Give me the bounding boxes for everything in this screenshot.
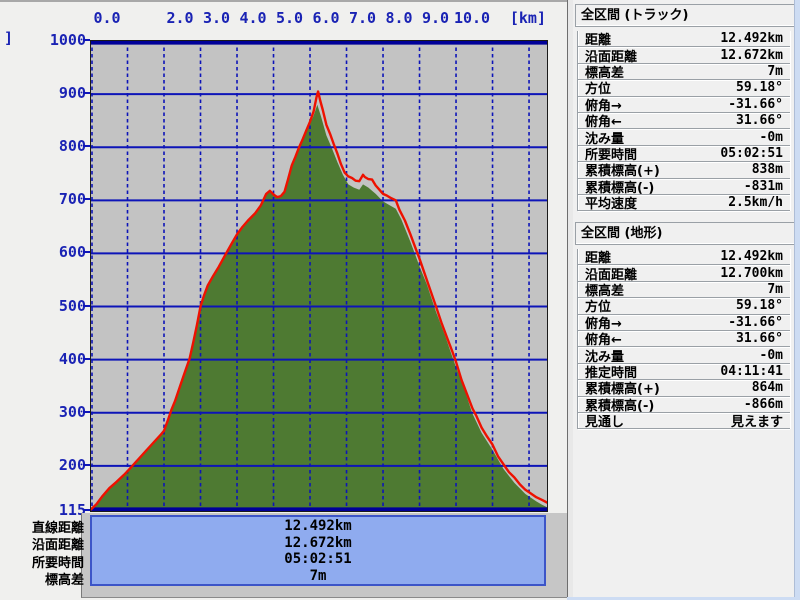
y-tick-mark — [83, 305, 90, 307]
y-tick-mark — [83, 464, 90, 466]
x-tick-label: 0.0 — [93, 9, 120, 27]
x-tick-label: 4.0 — [239, 9, 266, 27]
y-tick-label: 1000 — [50, 31, 86, 49]
y-axis-unit-clipped: ] — [4, 29, 13, 47]
window-edge-right — [794, 0, 800, 600]
x-tick-label: 9.0 — [422, 9, 449, 27]
stat-value: -31.66° — [728, 97, 783, 112]
info-panel: 全区間 (トラック) 距離12.492km沿面距離12.672km標高差7m方位… — [573, 0, 794, 600]
y-tick-mark — [83, 411, 90, 413]
stat-value: -31.66° — [728, 315, 783, 330]
stat-value: 2.5km/h — [728, 195, 783, 210]
y-tick-mark — [83, 198, 90, 200]
y-tick-mark — [83, 39, 90, 41]
summary-label: 所要時間 — [32, 552, 84, 571]
summary-box: 12.492km12.672km05:02:517m — [90, 515, 546, 586]
x-tick-label: 8.0 — [385, 9, 412, 27]
stat-value: 31.66° — [736, 331, 783, 346]
stat-label: 見通し — [585, 411, 624, 430]
stat-value: 12.672km — [720, 48, 783, 63]
y-tick-mark — [83, 358, 90, 360]
summary-label: 沿面距離 — [32, 534, 84, 553]
elevation-plot-area[interactable] — [90, 40, 548, 512]
y-tick-label: 800 — [59, 137, 86, 155]
x-tick-label: 6.0 — [312, 9, 339, 27]
x-axis-tick-labels: 0.0 2.0 3.0 4.0 5.0 6.0 7.0 8.0 9.0 10.0 — [0, 9, 570, 29]
stat-value: -831m — [744, 179, 783, 194]
y-tick-label: 300 — [59, 403, 86, 421]
stat-value: 12.700km — [720, 266, 783, 281]
stat-value: -0m — [760, 348, 783, 363]
y-tick-mark — [83, 509, 90, 511]
stat-value: 864m — [752, 380, 783, 395]
x-axis-unit-label: [km] — [510, 9, 546, 27]
stat-value: 見えます — [731, 411, 783, 430]
stat-value: -0m — [760, 130, 783, 145]
stat-value: 31.66° — [736, 113, 783, 128]
y-tick-mark — [83, 92, 90, 94]
summary-value: 12.672km — [92, 535, 544, 552]
stats-table-terrain: 距離12.492km沿面距離12.700km標高差7m方位59.18°俯角→-3… — [577, 249, 791, 429]
y-tick-label: 200 — [59, 456, 86, 474]
window-top-edge — [0, 0, 570, 2]
stat-value: 838m — [752, 162, 783, 177]
stat-value: 12.492km — [720, 249, 783, 264]
y-tick-label: 500 — [59, 297, 86, 315]
app-window: ] 0.0 2.0 3.0 4.0 5.0 6.0 7.0 8.0 9.0 10.0 [km] 1… — [0, 0, 800, 600]
elevation-chart — [91, 41, 547, 511]
stat-value: 05:02:51 — [720, 146, 783, 161]
stat-value: 12.492km — [720, 31, 783, 46]
summary-value: 7m — [92, 568, 544, 585]
x-tick-label: 10.0 — [454, 9, 490, 27]
stats-table-track: 距離12.492km沿面距離12.672km標高差7m方位59.18°俯角→-3… — [577, 31, 791, 211]
y-tick-mark — [83, 145, 90, 147]
x-tick-label: 5.0 — [276, 9, 303, 27]
stat-value: 04:11:41 — [720, 364, 783, 379]
table-row: 見通し 見えます — [578, 413, 790, 429]
stat-value: 7m — [767, 282, 783, 297]
summary-value: 05:02:51 — [92, 551, 544, 568]
y-tick-label: 400 — [59, 350, 86, 368]
x-tick-label: 2.0 — [166, 9, 193, 27]
stat-value: 59.18° — [736, 80, 783, 95]
summary-label: 標高差 — [45, 569, 84, 588]
x-tick-label: 7.0 — [349, 9, 376, 27]
y-tick-label: 700 — [59, 190, 86, 208]
x-tick-label: 3.0 — [203, 9, 230, 27]
panel-header-terrain: 全区間 (地形) — [575, 222, 798, 245]
stat-value: 7m — [767, 64, 783, 79]
stat-label: 平均速度 — [585, 193, 637, 212]
table-row: 平均速度 2.5km/h — [578, 195, 790, 211]
y-tick-label: 900 — [59, 84, 86, 102]
y-tick-mark — [83, 251, 90, 253]
stat-value: 59.18° — [736, 298, 783, 313]
stat-value: -866m — [744, 397, 783, 412]
summary-label: 直線距離 — [32, 517, 84, 536]
panel-header-track: 全区間 (トラック) — [575, 4, 798, 27]
y-tick-label: 600 — [59, 243, 86, 261]
summary-value: 12.492km — [92, 518, 544, 535]
